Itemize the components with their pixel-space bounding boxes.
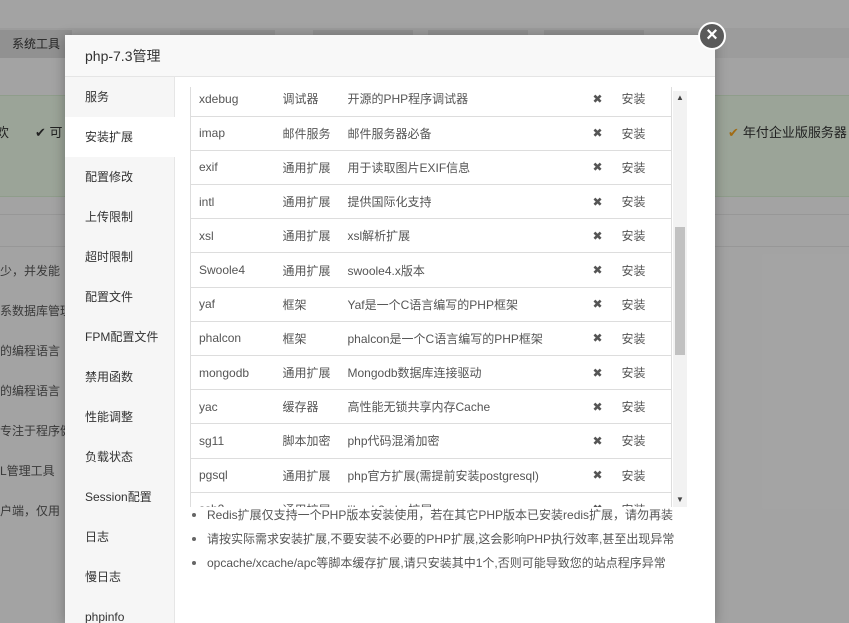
extension-type: 通用扩展 [282, 150, 348, 186]
delete-icon[interactable]: ✖ [577, 389, 618, 425]
sidebar-item-performance[interactable]: 性能调整 [65, 397, 174, 437]
extension-type: 脚本加密 [282, 423, 348, 459]
extension-type: 通用扩展 [282, 218, 348, 254]
extension-name: yaf [190, 287, 283, 322]
sidebar-item-fpm-config[interactable]: FPM配置文件 [65, 317, 174, 357]
table-row: imap 邮件服务 邮件服务器必备 ✖ 安装 [190, 116, 672, 151]
table-row: xdebug 调试器 开源的PHP程序调试器 ✖ 安装 [190, 87, 672, 117]
extension-description: 提供国际化支持 [347, 184, 578, 220]
sidebar-item-load-status[interactable]: 负载状态 [65, 437, 174, 477]
extension-description: php代码混淆加密 [347, 423, 578, 459]
extensions-table: xdebug 调试器 开源的PHP程序调试器 ✖ 安装 imap 邮件服务 邮件服务器必备 ✖ 安… [190, 87, 672, 507]
extension-description: 邮件服务器必备 [347, 116, 578, 151]
delete-icon[interactable]: ✖ [577, 116, 618, 151]
table-row: phalcon 框架 phalcon是一个C语言编写的PHP框架 ✖ 安装 [190, 321, 672, 357]
extension-name: Swoole4 [190, 252, 283, 288]
extension-type: 通用扩展 [282, 184, 348, 220]
delete-icon[interactable]: ✖ [577, 184, 618, 220]
table-row: Swoole4 通用扩展 swoole4.x版本 ✖ 安装 [190, 252, 672, 288]
extension-type: 框架 [282, 321, 348, 357]
modal-sidebar: 服务 安装扩展 配置修改 上传限制 超时限制 配置文件 FPM配置文件 禁用函数… [65, 77, 175, 623]
sidebar-item-session-config[interactable]: Session配置 [65, 477, 174, 517]
sidebar-item-slow-log[interactable]: 慢日志 [65, 557, 174, 597]
install-link[interactable]: 安装 [617, 252, 672, 288]
install-notes: Redis扩展仅支持一个PHP版本安装使用，若在其它PHP版本已安装redis扩… [192, 503, 702, 575]
table-row: yac 缓存器 高性能无锁共享内存Cache ✖ 安装 [190, 389, 672, 425]
extension-name: intl [190, 184, 283, 220]
php-manager-modal: php-7.3管理 服务 安装扩展 配置修改 上传限制 超时限制 配置文件 FP… [65, 35, 715, 623]
delete-icon[interactable]: ✖ [577, 218, 618, 254]
sidebar-item-config-edit[interactable]: 配置修改 [65, 157, 174, 197]
extension-description: php官方扩展(需提前安装postgresql) [347, 458, 578, 493]
extensions-scrollbar[interactable]: ▲ ▼ [673, 91, 687, 507]
table-row: xsl 通用扩展 xsl解析扩展 ✖ 安装 [190, 218, 672, 254]
extension-name: phalcon [190, 321, 283, 357]
scrollbar-thumb[interactable] [675, 227, 685, 355]
delete-icon[interactable]: ✖ [577, 150, 618, 186]
install-link[interactable]: 安装 [617, 116, 672, 151]
extension-description: 开源的PHP程序调试器 [347, 87, 578, 117]
extension-type: 调试器 [282, 87, 348, 117]
modal-title: php-7.3管理 [65, 35, 715, 77]
delete-icon[interactable]: ✖ [577, 458, 618, 493]
extension-description: 用于读取图片EXIF信息 [347, 150, 578, 186]
table-row: pgsql 通用扩展 php官方扩展(需提前安装postgresql) ✖ 安装 [190, 458, 672, 493]
sidebar-item-config-file[interactable]: 配置文件 [65, 277, 174, 317]
extension-description: Yaf是一个C语言编写的PHP框架 [347, 287, 578, 322]
table-row: sg11 脚本加密 php代码混淆加密 ✖ 安装 [190, 423, 672, 459]
note-item: 请按实际需求安装扩展,不要安装不必要的PHP扩展,这会影响PHP执行效率,甚至出… [192, 527, 702, 551]
install-link[interactable]: 安装 [617, 287, 672, 322]
install-link[interactable]: 安装 [617, 355, 672, 391]
extension-description: 高性能无锁共享内存Cache [347, 389, 578, 425]
install-link[interactable]: 安装 [617, 150, 672, 186]
extension-name: exif [190, 150, 283, 186]
sidebar-item-service[interactable]: 服务 [65, 77, 174, 117]
delete-icon[interactable]: ✖ [577, 252, 618, 288]
extension-type: 框架 [282, 287, 348, 322]
table-row: mongodb 通用扩展 Mongodb数据库连接驱动 ✖ 安装 [190, 355, 672, 391]
note-item: Redis扩展仅支持一个PHP版本安装使用，若在其它PHP版本已安装redis扩… [192, 503, 702, 527]
install-link[interactable]: 安装 [617, 458, 672, 493]
table-row: intl 通用扩展 提供国际化支持 ✖ 安装 [190, 184, 672, 220]
extension-type: 通用扩展 [282, 252, 348, 288]
extension-type: 缓存器 [282, 389, 348, 425]
install-link[interactable]: 安装 [617, 218, 672, 254]
extension-type: 通用扩展 [282, 458, 348, 493]
sidebar-item-install-extensions[interactable]: 安装扩展 [65, 117, 175, 157]
sidebar-item-timeout-limit[interactable]: 超时限制 [65, 237, 174, 277]
delete-icon[interactable]: ✖ [577, 321, 618, 357]
install-link[interactable]: 安装 [617, 87, 672, 117]
scroll-up-arrow-icon[interactable]: ▲ [673, 91, 687, 105]
extension-name: xdebug [190, 87, 283, 117]
extension-description: swoole4.x版本 [347, 252, 578, 288]
close-icon[interactable]: × [698, 22, 726, 50]
install-link[interactable]: 安装 [617, 423, 672, 459]
install-link[interactable]: 安装 [617, 389, 672, 425]
install-link[interactable]: 安装 [617, 321, 672, 357]
extension-name: yac [190, 389, 283, 425]
install-link[interactable]: 安装 [617, 184, 672, 220]
extension-description: xsl解析扩展 [347, 218, 578, 254]
extension-name: mongodb [190, 355, 283, 391]
extension-name: sg11 [190, 423, 283, 459]
delete-icon[interactable]: ✖ [577, 423, 618, 459]
note-item: opcache/xcache/apc等脚本缓存扩展,请只安装其中1个,否则可能导… [192, 551, 702, 575]
sidebar-item-phpinfo[interactable]: phpinfo [65, 597, 174, 623]
extension-description: phalcon是一个C语言编写的PHP框架 [347, 321, 578, 357]
extension-description: Mongodb数据库连接驱动 [347, 355, 578, 391]
sidebar-item-disabled-functions[interactable]: 禁用函数 [65, 357, 174, 397]
extensions-list-viewport: xdebug 调试器 开源的PHP程序调试器 ✖ 安装 imap 邮件服务 邮件服务器必备 ✖ 安… [190, 87, 689, 507]
table-row: yaf 框架 Yaf是一个C语言编写的PHP框架 ✖ 安装 [190, 287, 672, 322]
extension-name: xsl [190, 218, 283, 254]
extension-type: 通用扩展 [282, 355, 348, 391]
extension-name: pgsql [190, 458, 283, 493]
delete-icon[interactable]: ✖ [577, 355, 618, 391]
sidebar-item-upload-limit[interactable]: 上传限制 [65, 197, 174, 237]
delete-icon[interactable]: ✖ [577, 87, 618, 117]
sidebar-item-log[interactable]: 日志 [65, 517, 174, 557]
table-row: exif 通用扩展 用于读取图片EXIF信息 ✖ 安装 [190, 150, 672, 186]
extension-name: imap [190, 116, 283, 151]
delete-icon[interactable]: ✖ [577, 287, 618, 322]
extension-type: 邮件服务 [282, 116, 348, 151]
